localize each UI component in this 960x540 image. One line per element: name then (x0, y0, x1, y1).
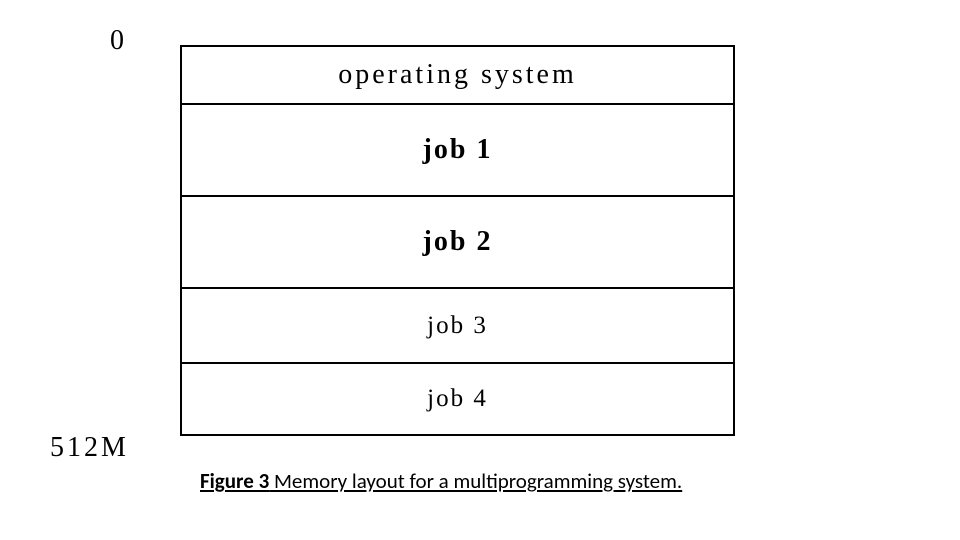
memory-region-job4: job 4 (182, 364, 733, 434)
memory-area: 0 512M operating system job 1 job 2 job … (50, 20, 760, 436)
memory-box: operating system job 1 job 2 job 3 job 4 (180, 45, 735, 436)
memory-region-job1: job 1 (182, 105, 733, 197)
memory-layout-diagram: 0 512M operating system job 1 job 2 job … (50, 20, 760, 436)
memory-region-os: operating system (182, 47, 733, 105)
caption-text: Memory layout for a multiprogramming sys… (269, 468, 682, 494)
figure-caption: Figure 3 Memory layout for a multiprogra… (200, 468, 682, 494)
address-label-bottom: 512M (50, 432, 129, 464)
caption-figure-number: Figure 3 (200, 468, 269, 494)
memory-region-job2: job 2 (182, 197, 733, 289)
memory-region-job3: job 3 (182, 289, 733, 364)
address-label-top: 0 (110, 25, 126, 57)
